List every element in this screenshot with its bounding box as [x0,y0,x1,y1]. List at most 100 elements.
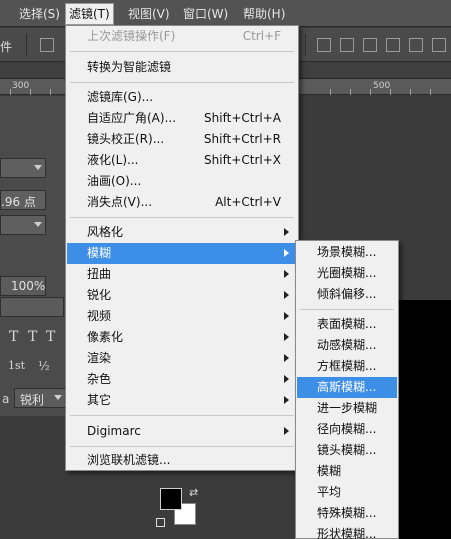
submenu-item-iris-blur[interactable]: 光圈模糊... [297,263,397,284]
menu-item-label: 转换为智能滤镜 [87,60,172,74]
menu-separator [70,446,294,447]
menu-item-label: 上次滤镜操作(F) [87,29,176,43]
menu-item-liquify[interactable]: 液化(L)... Shift+Ctrl+X [67,150,297,171]
filter-menu: 上次滤镜操作(F) Ctrl+F 转换为智能滤镜 滤镜库(G)... 自适应广角… [65,25,299,471]
submenu-arrow-icon [284,291,289,299]
ruler-tick [390,89,391,95]
menu-item-vanishing-point[interactable]: 消失点(V)... Alt+Ctrl+V [67,192,297,213]
menu-item-shortcut: Shift+Ctrl+X [204,153,281,167]
menu-item-sharpen[interactable]: 锐化 [67,285,297,306]
menu-item-label: 视频 [87,309,112,323]
submenu-item-smart-blur[interactable]: 特殊模糊... [297,503,397,524]
fractions-icon[interactable]: ½ [38,359,50,373]
distribute-icon[interactable] [386,38,400,52]
menu-item-noise[interactable]: 杂色 [67,369,297,390]
menu-item-convert-smart-filter[interactable]: 转换为智能滤镜 [67,57,297,78]
menu-item-label: 其它 [87,393,112,407]
submenu-item-shape-blur[interactable]: 形状模糊... [297,524,397,539]
submenu-item-field-blur[interactable]: 场景模糊... [297,242,397,263]
submenu-item-blur[interactable]: 模糊 [297,461,397,482]
blur-submenu: 场景模糊... 光圈模糊... 倾斜偏移... 表面模糊... 动感模糊... … [295,240,399,539]
menu-bar: 选择(S) 滤镜(T) 视图(V) 窗口(W) 帮助(H) [0,0,451,27]
distribute-icon[interactable] [409,38,423,52]
distribute-icon[interactable] [363,38,377,52]
ruler-tick [350,89,351,95]
menu-help[interactable]: 帮助(H) [240,5,288,23]
submenu-item-surface-blur[interactable]: 表面模糊... [297,314,397,335]
distribute-icon[interactable] [317,38,331,52]
menu-item-blur[interactable]: 模糊 [67,243,297,264]
foreground-color-swatch[interactable] [160,488,182,510]
menu-item-label: 径向模糊... [317,422,377,436]
leading-dropdown[interactable] [0,215,46,235]
swap-colors-icon[interactable]: ⇄ [189,486,198,499]
menu-item-filter-gallery[interactable]: 滤镜库(G)... [67,87,297,108]
menu-view[interactable]: 视图(V) [125,5,173,23]
ruler-tick-label: 500 [373,81,391,91]
submenu-item-lens-blur[interactable]: 镜头模糊... [297,440,397,461]
distribute-icon[interactable] [340,38,354,52]
ruler-tick [410,89,411,95]
menu-item-other[interactable]: 其它 [67,390,297,411]
menu-item-render[interactable]: 渲染 [67,348,297,369]
submenu-item-motion-blur[interactable]: 动感模糊... [297,335,397,356]
menu-item-oil-paint[interactable]: 油画(O)... [67,171,297,192]
chevron-down-icon [54,395,62,400]
ruler-tick [430,89,431,95]
submenu-arrow-icon [284,427,289,435]
menu-item-stylize[interactable]: 风格化 [67,222,297,243]
scale-field[interactable]: 100% [0,276,46,296]
chevron-down-icon [34,222,42,227]
menu-separator [70,51,294,52]
small-caps-icon[interactable]: T [46,329,55,345]
options-partial-label: 件 [0,40,13,54]
menu-item-label: 像素化 [87,330,124,344]
default-colors-icon[interactable] [156,518,165,527]
submenu-arrow-icon [284,249,289,257]
menu-window[interactable]: 窗口(W) [180,5,231,23]
menu-item-label: 浏览联机滤镜... [87,453,171,467]
submenu-item-blur-more[interactable]: 进一步模糊 [297,398,397,419]
font-family-dropdown[interactable] [0,158,46,178]
menu-item-last-filter[interactable]: 上次滤镜操作(F) Ctrl+F [67,26,297,47]
submenu-item-box-blur[interactable]: 方框模糊... [297,356,397,377]
antialias-value: 锐利 [20,393,45,407]
menu-item-label: 风格化 [87,225,124,239]
menu-item-label: 自适应广角(A)... [87,111,177,125]
menu-item-shortcut: Alt+Ctrl+V [215,195,281,209]
ruler-tick [50,89,51,95]
menu-item-shortcut: Shift+Ctrl+R [203,132,281,146]
menu-item-pixelate[interactable]: 像素化 [67,327,297,348]
menu-separator [70,415,294,416]
submenu-item-average[interactable]: 平均 [297,482,397,503]
antialias-dropdown[interactable]: 锐利 [14,388,66,408]
faux-italic-icon[interactable]: T [9,329,18,345]
ruler-tick-label: 300 [12,81,30,91]
distribute-icon[interactable] [432,38,446,52]
menu-item-label: 高斯模糊... [317,380,377,394]
menu-item-adaptive-wide-angle[interactable]: 自适应广角(A)... Shift+Ctrl+A [67,108,297,129]
menu-filter[interactable]: 滤镜(T) [65,3,114,25]
menu-item-label: 镜头模糊... [317,443,377,457]
ordinals-icon[interactable]: 1st [8,359,25,372]
menu-item-digimarc[interactable]: Digimarc [67,421,297,442]
menu-item-distort[interactable]: 扭曲 [67,264,297,285]
color-field[interactable] [0,297,64,317]
submenu-item-tilt-shift[interactable]: 倾斜偏移... [297,284,397,305]
align-icon[interactable] [40,38,54,52]
menu-item-label: 杂色 [87,372,112,386]
submenu-item-radial-blur[interactable]: 径向模糊... [297,419,397,440]
menu-item-video[interactable]: 视频 [67,306,297,327]
menu-item-label: 渲染 [87,351,112,365]
font-size-value: .96 点 [1,195,36,209]
antialias-prefix: a [2,392,10,406]
menu-select[interactable]: 选择(S) [16,5,63,23]
font-size-field[interactable]: .96 点 [0,190,46,210]
menu-item-lens-correction[interactable]: 镜头校正(R)... Shift+Ctrl+R [67,129,297,150]
menu-item-browse-online-filters[interactable]: 浏览联机滤镜... [67,450,297,471]
options-divider [26,34,27,56]
submenu-item-gaussian-blur[interactable]: 高斯模糊... [297,377,397,398]
ruler-tick [30,89,31,95]
all-caps-icon[interactable]: T [28,329,37,345]
menu-item-label: 光圈模糊... [317,266,377,280]
